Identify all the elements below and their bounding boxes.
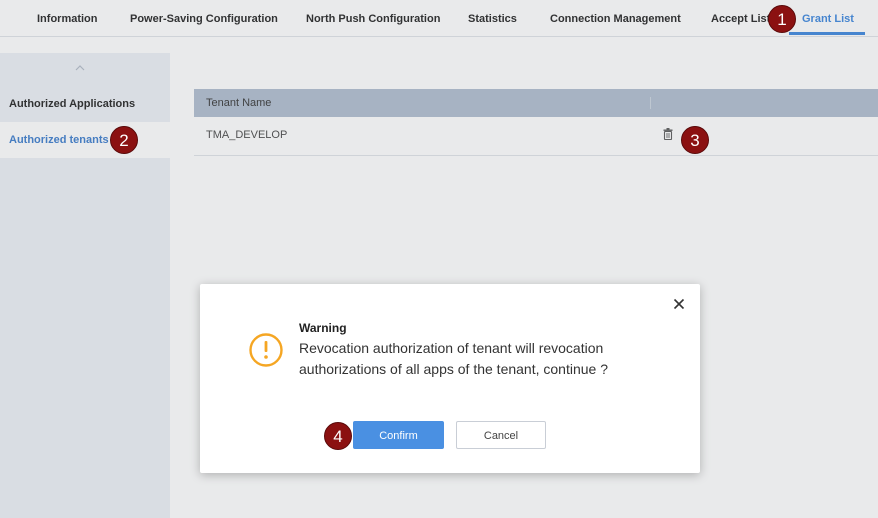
confirm-button[interactable]: Confirm bbox=[353, 421, 444, 449]
dialog-title: Warning bbox=[299, 321, 347, 335]
step-badge-2: 2 bbox=[110, 126, 138, 154]
warning-dialog: Warning Revocation authorization of tena… bbox=[200, 284, 700, 473]
cancel-button[interactable]: Cancel bbox=[456, 421, 546, 449]
close-icon[interactable] bbox=[672, 297, 686, 311]
step-badge-1: 1 bbox=[768, 5, 796, 33]
step-badge-3: 3 bbox=[681, 126, 709, 154]
warning-icon bbox=[249, 333, 283, 367]
step-badge-4: 4 bbox=[324, 422, 352, 450]
dialog-message: Revocation authorization of tenant will … bbox=[299, 340, 608, 377]
